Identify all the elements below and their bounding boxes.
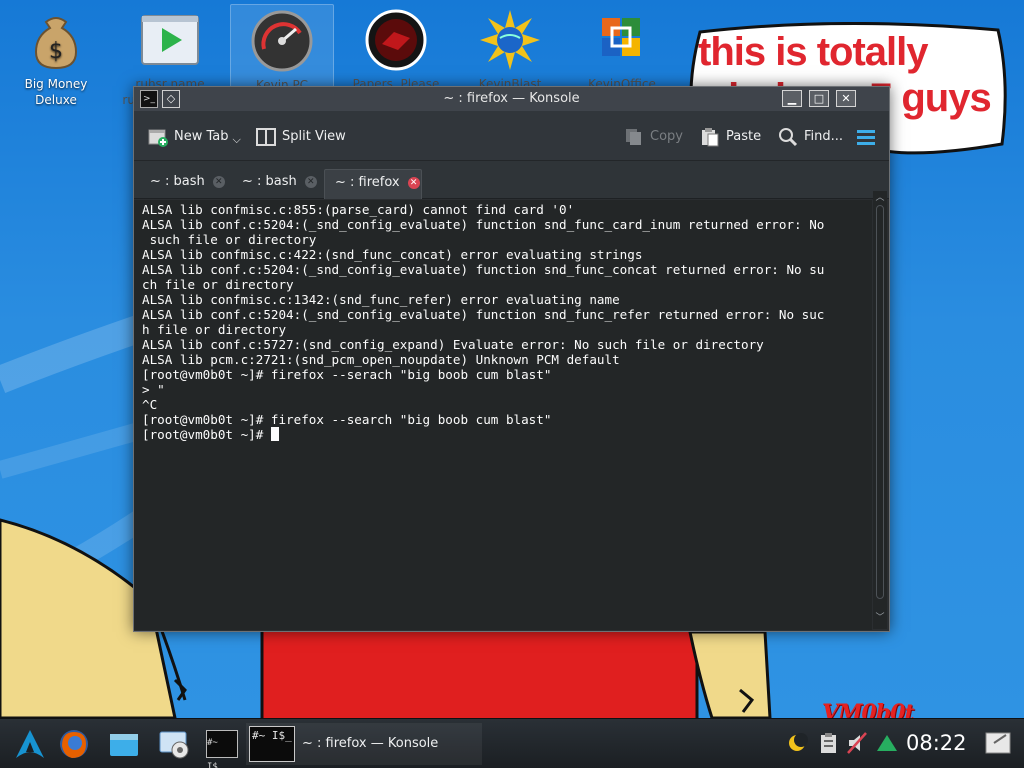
window-title: ~ : firefox — Konsole <box>443 91 580 106</box>
split-view-icon <box>256 127 276 147</box>
konsole-window[interactable]: >_ ◇ ~ : firefox — Konsole ▁ □ ✕ New Tab… <box>133 86 890 632</box>
scrollbar[interactable]: ︿ ﹀ <box>873 191 887 629</box>
terminal-line: ALSA lib confmisc.c:1342:(snd_func_refer… <box>142 292 620 307</box>
tab-label: ~ : firefox <box>335 175 400 190</box>
paste-icon <box>700 127 720 147</box>
find-label: Find... <box>804 129 844 144</box>
tab-label: ~ : bash <box>150 174 205 189</box>
chevron-down-icon[interactable]: ⌵ <box>233 129 241 151</box>
terminal-line: [root@vm0b0t ~]# <box>142 427 864 442</box>
desktop-icon-kevin-pc-optimizer[interactable]: Kevin PC Optimizer Ho... <box>230 4 334 108</box>
close-tab-icon[interactable]: ✕ <box>304 176 317 188</box>
copy-icon <box>624 127 644 147</box>
toolbar: New Tab ⌵ Split View Copy Paste Find... <box>134 111 889 161</box>
minimize-button[interactable]: ▁ <box>782 90 802 107</box>
tab-bash-1[interactable]: ~ : bash ✕ <box>140 169 226 199</box>
search-icon <box>778 127 798 147</box>
konsole-app-icon[interactable]: >_ <box>140 90 158 108</box>
play-icon <box>138 8 202 72</box>
terminal-line: ch file or directory <box>142 277 294 292</box>
terminal-line: ALSA lib conf.c:5727:(snd_config_expand)… <box>142 337 764 352</box>
file-manager-icon[interactable] <box>108 728 140 760</box>
show-desktop-icon[interactable] <box>984 729 1012 757</box>
paste-button[interactable]: Paste <box>700 125 761 149</box>
arch-menu-icon[interactable] <box>14 728 46 760</box>
konsole-thumb-icon: #~ I$_ <box>249 726 295 762</box>
new-tab-icon <box>148 127 168 147</box>
konsole-launcher-icon[interactable]: #~ I$_ <box>206 730 238 768</box>
terminal-line: [root@vm0b0t ~]# firefox --search "big b… <box>142 412 552 427</box>
taskbar-item-label: ~ : firefox — Konsole <box>302 736 439 751</box>
tab-bash-2[interactable]: ~ : bash ✕ <box>232 169 318 199</box>
hamburger-menu-button[interactable] <box>856 125 876 149</box>
updates-arrow-icon[interactable] <box>876 731 898 755</box>
audio-muted-icon[interactable] <box>846 731 868 755</box>
bubble-text-line-1: this is totally <box>698 30 928 74</box>
terminal-line: ALSA lib pcm.c:2721:(snd_pcm_open_noupda… <box>142 352 620 367</box>
starburst-globe-icon <box>478 8 542 72</box>
system-settings-icon[interactable] <box>158 728 190 760</box>
konsole-launcher-text: #~ I$_ <box>207 738 224 768</box>
close-button[interactable]: ✕ <box>836 90 856 107</box>
taskbar: #~ I$_ #~ I$_ ~ : firefox — Konsole 08:2… <box>0 718 1024 768</box>
desktop-icon-big-money-deluxe[interactable]: $ Big Money Deluxe <box>4 8 108 108</box>
tab-firefox[interactable]: ~ : firefox ✕ <box>324 169 422 199</box>
scrollbar-track[interactable] <box>876 205 884 599</box>
close-tab-icon[interactable]: ✕ <box>407 177 420 189</box>
night-mode-icon[interactable] <box>786 731 808 755</box>
terminal-line: ALSA lib conf.c:5204:(_snd_config_evalua… <box>142 262 825 277</box>
terminal-line: > " <box>142 382 165 397</box>
desktop-icon-papers-please[interactable]: Papers, Please <box>344 8 448 92</box>
tab-label: ~ : bash <box>242 174 297 189</box>
copy-label: Copy <box>650 129 683 144</box>
terminal-line: ALSA lib conf.c:5204:(_snd_config_evalua… <box>142 307 825 322</box>
konsole-thumb-text: #~ I$_ <box>252 729 292 742</box>
terminal-cursor <box>270 427 279 441</box>
clipboard-icon[interactable] <box>818 731 840 755</box>
terminal-line: ALSA lib confmisc.c:422:(snd_func_concat… <box>142 247 643 262</box>
office-logo-icon <box>590 8 654 72</box>
taskbar-item-konsole[interactable]: #~ I$_ ~ : firefox — Konsole <box>246 723 482 765</box>
find-button[interactable]: Find... <box>778 125 843 149</box>
svg-text:$: $ <box>49 39 63 64</box>
terminal-output[interactable]: ALSA lib confmisc.c:855:(parse_card) can… <box>134 200 872 630</box>
terminal-line: h file or directory <box>142 322 287 337</box>
firefox-icon[interactable] <box>58 728 90 760</box>
money-bag-icon: $ <box>24 8 88 72</box>
speedometer-icon <box>250 9 314 73</box>
new-tab-label: New Tab <box>174 129 229 144</box>
new-tab-button[interactable]: New Tab ⌵ <box>148 125 241 149</box>
maximize-button[interactable]: □ <box>809 90 829 107</box>
split-view-button[interactable]: Split View <box>256 125 346 149</box>
desktop-icon-label: Big Money Deluxe <box>24 77 88 107</box>
terminal-line: such file or directory <box>142 232 317 247</box>
clock[interactable]: 08:22 <box>906 729 967 757</box>
scroll-up-icon[interactable]: ︿ <box>875 193 885 203</box>
terminal-line: ^C <box>142 397 158 412</box>
window-titlebar[interactable]: >_ ◇ ~ : firefox — Konsole ▁ □ ✕ <box>134 87 889 111</box>
paste-label: Paste <box>726 129 762 144</box>
papers-please-icon <box>364 8 428 72</box>
tab-bar: ~ : bash ✕ ~ : bash ✕ ~ : firefox ✕ <box>134 161 889 199</box>
hamburger-menu-icon <box>856 127 876 147</box>
terminal-line: ALSA lib conf.c:5204:(_snd_config_evalua… <box>142 217 825 232</box>
scroll-down-icon[interactable]: ﹀ <box>875 613 885 623</box>
close-tab-icon[interactable]: ✕ <box>212 176 225 188</box>
terminal-line: ALSA lib confmisc.c:855:(parse_card) can… <box>142 202 575 217</box>
pin-icon[interactable]: ◇ <box>162 90 180 108</box>
copy-button[interactable]: Copy <box>624 125 683 149</box>
terminal-line: [root@vm0b0t ~]# firefox --serach "big b… <box>142 367 552 382</box>
split-view-label: Split View <box>282 129 346 144</box>
